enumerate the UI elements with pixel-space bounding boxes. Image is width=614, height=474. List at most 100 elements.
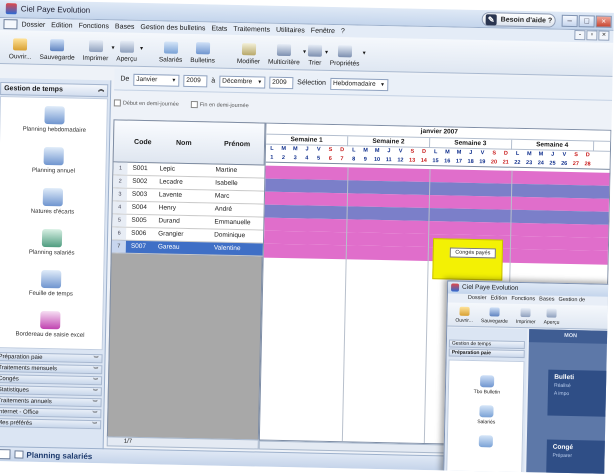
toolbar-button-label: Modifier <box>236 57 261 66</box>
bulletin-card[interactable]: Bulleti Réalisé A impo <box>547 369 612 417</box>
checkbox-icon[interactable] <box>113 99 121 107</box>
chevron-down-icon[interactable]: ▾ <box>325 49 328 56</box>
menu-[interactable]: ? <box>341 28 345 35</box>
doc-minimize-button[interactable]: - <box>574 30 586 41</box>
close-button[interactable]: × <box>595 15 612 28</box>
sidebar-tab-traitements-mensuels[interactable]: Traitements mensuels ︾ <box>0 362 103 375</box>
cell-code: S007 <box>130 242 147 251</box>
inset-menu-dossier[interactable]: Dossier <box>468 294 487 303</box>
inset-item-bulletin[interactable]: Tbo Bulletin <box>449 374 525 396</box>
column-header-prenom[interactable]: Prénom <box>224 141 250 149</box>
day-letter: V <box>316 146 321 153</box>
sidebar-item-natures-d-ecarts[interactable]: Natures d'écarts <box>0 187 107 216</box>
inset-toolbar-apercu[interactable]: Aperçu <box>544 308 560 326</box>
selection-select[interactable]: Hebdomadaire ▼ <box>329 77 389 91</box>
cell-code: S004 <box>131 203 147 212</box>
inset-toolbar-ouvrir[interactable]: Ouvrir... <box>455 306 473 324</box>
menu-dossier[interactable]: Dossier <box>21 21 45 28</box>
chevron-down-icon[interactable]: ▾ <box>363 50 366 57</box>
toolbar-button-apercu[interactable]: Aperçu ▾ <box>116 40 143 63</box>
toolbar-button-multicritere[interactable]: Multicritère ▾ <box>268 43 306 66</box>
table-row[interactable]: 7 S007 Gareau Valentine <box>111 240 264 257</box>
window-list-icon[interactable] <box>0 449 11 460</box>
properties-icon <box>337 45 353 58</box>
active-document-tab[interactable]: Planning salariés <box>26 450 92 460</box>
to-year-field[interactable]: 2009 <box>269 76 294 89</box>
day-number: 6 <box>328 155 332 162</box>
inset-item-salaries[interactable]: Salariés <box>448 404 524 426</box>
menu-utilitaires[interactable]: Utilitaires <box>276 26 305 34</box>
leave-block[interactable]: Congés payés <box>432 238 504 281</box>
gap-types-icon <box>42 187 64 207</box>
toolbar-button-imprimer[interactable]: Imprimer ▾ <box>83 39 115 62</box>
toolbar-button-sauvegarde[interactable]: Sauvegarde <box>40 39 76 62</box>
inset-item-more[interactable] <box>448 434 524 450</box>
row-number: 3 <box>112 188 128 201</box>
inset-menu-edition[interactable]: Edition <box>490 294 507 303</box>
from-label: De <box>120 75 130 83</box>
sidebar-tab-label: Traitements annuels <box>0 398 52 406</box>
cell-nom: Durand <box>158 217 180 225</box>
sidebar-tab-mes-preferes[interactable]: Mes préférés ︾ <box>0 417 102 430</box>
sidebar-tab-conges[interactable]: Congés ︾ <box>0 373 103 386</box>
system-menu-icon[interactable] <box>3 19 18 30</box>
open-folder-icon <box>459 306 470 316</box>
sidebar-item-bordereau-de-saisie-excel[interactable]: Bordereau de saisie excel <box>0 310 104 339</box>
sidebar-group-header[interactable]: Gestion de temps ︽ <box>0 82 109 98</box>
column-header-code[interactable]: Code <box>134 139 152 146</box>
toolbar-button-ouvrir[interactable]: Ouvrir... <box>9 38 32 61</box>
sidebar-tab-label: Traitements mensuels <box>0 365 58 373</box>
printer-icon <box>88 39 103 53</box>
toolbar-button-proprietes[interactable]: Propriétés ▾ <box>330 45 366 68</box>
maximize-button[interactable]: □ <box>578 15 595 28</box>
from-month-select[interactable]: Janvier ▼ <box>133 73 180 87</box>
end-half-day-option[interactable]: Fin en demi-journée <box>190 101 249 109</box>
sidebar-tab-statistiques[interactable]: Statistiques ︾ <box>0 384 102 397</box>
sidebar-item-feuille-de-temps[interactable]: Feuille de temps <box>0 269 105 298</box>
help-button[interactable]: ✎ Besoin d'aide ? <box>481 12 556 28</box>
inset-toolbar-imprimer[interactable]: Imprimer <box>515 307 536 326</box>
start-half-day-option[interactable]: Début en demi-journée <box>113 99 179 108</box>
toolbar-button-trier[interactable]: Trier ▾ <box>307 44 328 67</box>
inset-toolbar-sauvegarde[interactable]: Sauvegarde <box>481 307 508 325</box>
chevron-down-icon[interactable]: ▾ <box>140 45 143 52</box>
sidebar-tab-traitements-annuels[interactable]: Traitements annuels ︾ <box>0 395 102 408</box>
sidebar-item-planning-salaries[interactable]: Planning salariés <box>0 228 106 257</box>
inset-item-label: Salariés <box>477 419 496 426</box>
menu-bases[interactable]: Bases <box>115 23 135 30</box>
inset-tab-gestion-temps[interactable]: Gestion de temps <box>448 339 525 350</box>
doc-close-button[interactable]: × <box>598 30 610 41</box>
sidebar-item-planning-hebdomadaire[interactable]: Planning hebdomadaire <box>0 105 109 134</box>
inset-menu-bases[interactable]: Bases <box>539 295 554 304</box>
menu-gestion-des-bulletins[interactable]: Gestion des bulletins <box>140 23 205 31</box>
checkbox-icon[interactable] <box>190 101 198 109</box>
timesheet-icon <box>40 269 62 289</box>
menu-traitements[interactable]: Traitements <box>233 25 270 33</box>
doc-restore-button[interactable]: ▫ <box>586 30 598 41</box>
sidebar-item-planning-annuel[interactable]: Planning annuel <box>0 146 108 175</box>
chevron-down-icon[interactable]: ▾ <box>303 48 306 55</box>
help-label: Besoin d'aide ? <box>500 15 553 25</box>
menu-fenetre[interactable]: Fenêtre <box>311 27 335 35</box>
inset-toolbar-label: Imprimer <box>515 318 536 326</box>
toolbar-button-modifier[interactable]: Modifier <box>237 43 261 65</box>
chevron-down-icon: ︾ <box>92 389 98 396</box>
sidebar-tab-internet-office[interactable]: Internet - Office ︾ <box>0 406 102 419</box>
menu-edition[interactable]: Edition <box>51 22 73 29</box>
inset-menu-fonctions[interactable]: Fonctions <box>511 295 535 304</box>
conges-card[interactable]: Congé Préparer <box>546 439 610 474</box>
menu-etats[interactable]: Etats <box>211 25 227 32</box>
from-year-field[interactable]: 2009 <box>183 74 208 87</box>
day-number: 9 <box>363 156 367 163</box>
column-header-nom[interactable]: Nom <box>176 140 192 147</box>
toolbar-button-salaries[interactable]: Salariés <box>159 41 183 64</box>
to-month-select[interactable]: Décembre ▼ <box>219 75 266 89</box>
menu-fonctions[interactable]: Fonctions <box>79 22 109 30</box>
inset-tab-preparation-paie[interactable]: Préparation paie <box>448 348 525 359</box>
minimize-button[interactable]: – <box>561 14 578 28</box>
employee-grid: Code Nom Prénom 1 S001 Lepic Martine 2 S002 Le… <box>106 119 266 441</box>
sidebar-tab-preparation-paie[interactable]: Préparation paie ︾ <box>0 351 103 364</box>
toolbar-button-bulletins[interactable]: Bulletins <box>190 42 215 65</box>
chevron-down-icon[interactable]: ▾ <box>111 44 114 51</box>
cell-prenom: Marc <box>214 192 230 200</box>
